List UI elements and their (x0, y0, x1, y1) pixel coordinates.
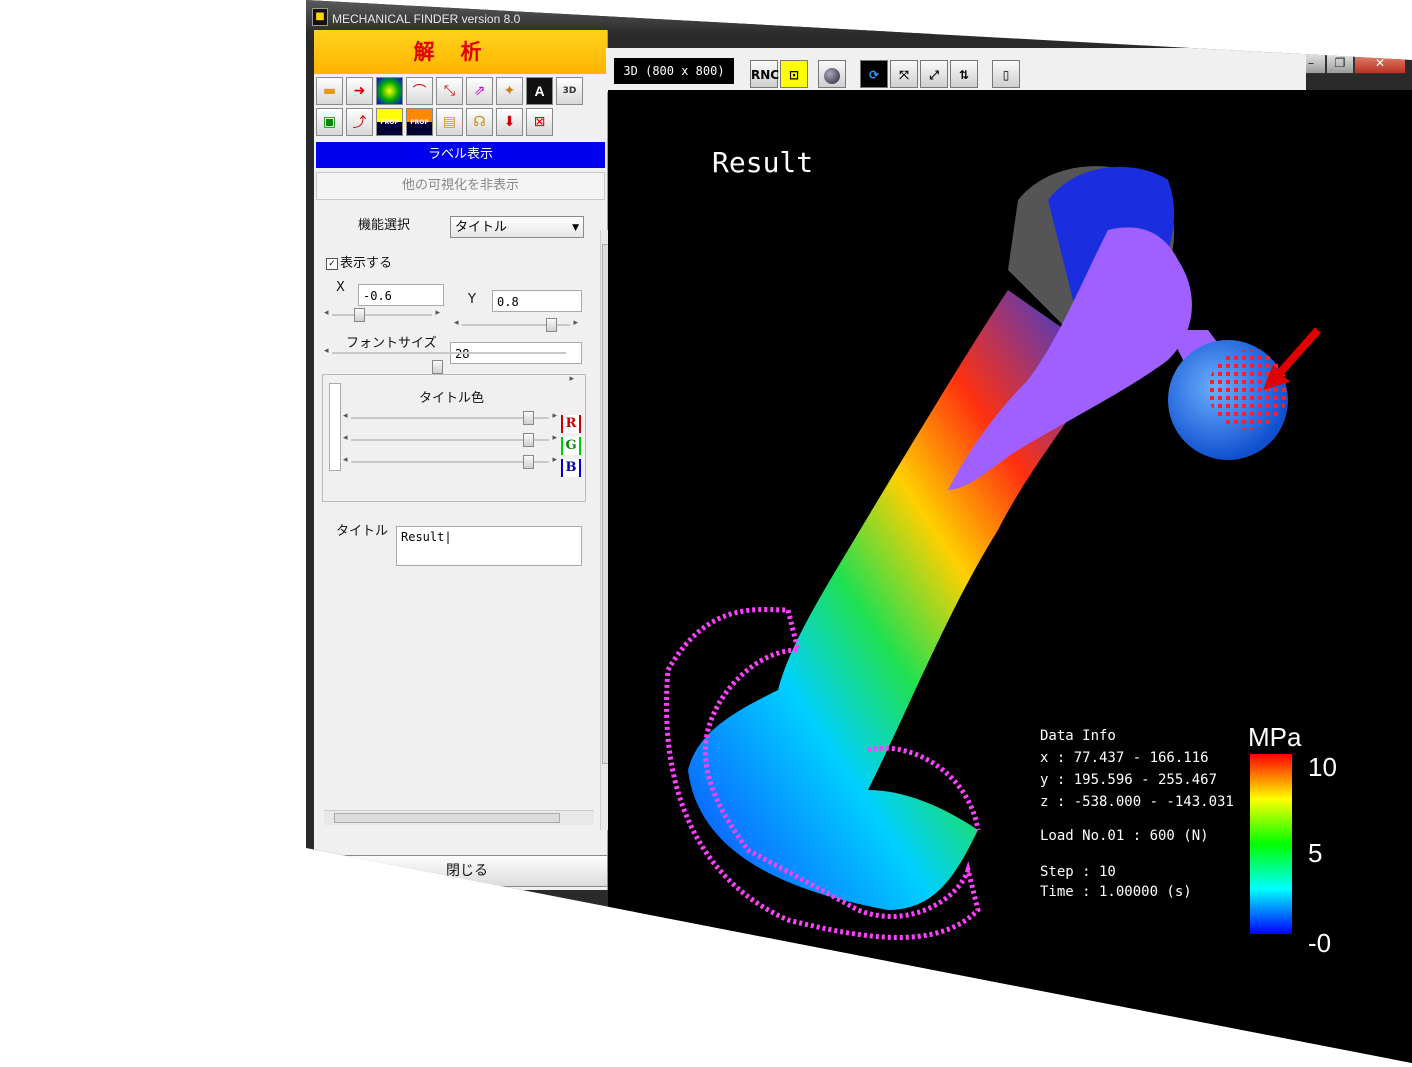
load-arrow (1275, 327, 1321, 378)
view-toolbar: 3D (800 x 800) RNC ⊡ ⟳ ⤧ ⤢ ⇅ ▯ (606, 48, 1306, 92)
g-slider[interactable]: ◂ ▸ (343, 433, 557, 447)
text-label-icon[interactable]: A (526, 77, 553, 105)
export-icon[interactable]: ▣ (316, 108, 343, 136)
b-slider-thumb[interactable] (523, 455, 534, 469)
tool-row-1: ▬ ➜ ⌒ ⤡ ⇗ ✦ A 3D (314, 74, 607, 105)
mesh-grid-icon[interactable]: ⊠ (526, 108, 553, 136)
application-window: ■ MECHANICAL FINDER version 8.0 – ❐ ✕ 解析… (306, 0, 1412, 1063)
legend-mid: 5 (1308, 838, 1322, 868)
tool-row-2: ▣ ⤴ PROP PROP ▤ ☊ ⬇ ⊠ (314, 105, 607, 136)
load-arrow-icon[interactable]: ⬇ (496, 108, 523, 136)
y-slider[interactable]: ◂ ▸ (454, 318, 578, 332)
color-preview (329, 383, 341, 471)
data-info-line: z : -538.000 - -143.031 (1040, 794, 1234, 810)
prop-burst-icon[interactable]: PROP (406, 108, 433, 136)
data-info-line: Data Info (1040, 728, 1116, 744)
3d-view-icon[interactable]: 3D (556, 77, 583, 105)
data-info-line: x : 77.437 - 166.116 (1040, 750, 1209, 766)
x-slider[interactable]: ◂ ▸ (324, 308, 440, 322)
label-display-banner: ラベル表示 (316, 142, 605, 168)
load-points (1208, 350, 1288, 430)
prop-text: PROP (380, 118, 399, 126)
x-label: X (336, 280, 345, 295)
rotate-icon[interactable]: ⟳ (860, 60, 888, 88)
font-size-slider-thumb[interactable] (432, 360, 443, 374)
legend-min: -0 (1308, 928, 1331, 958)
horizontal-scrollbar[interactable] (324, 810, 594, 825)
zoom-region-icon[interactable]: ⤧ (890, 60, 918, 88)
scale-icon[interactable]: ⤢ (920, 60, 948, 88)
show-checkbox[interactable]: ✓ (326, 257, 338, 270)
close-window-button[interactable]: ✕ (1354, 52, 1406, 74)
show-checkbox-label: 表示する (340, 256, 393, 271)
material-icon[interactable]: ▤ (436, 108, 463, 136)
viewport-title: Result (712, 146, 813, 179)
r-label: R (561, 415, 581, 433)
view-mode-label: 3D (800 x 800) (614, 58, 734, 84)
y-label: Y (468, 292, 476, 307)
title-color-box: タイトル色 ◂ ▸ ◂ ▸ ◂ ▸ R G B (322, 374, 586, 502)
panel-header: 解析 (314, 30, 607, 74)
b-slider[interactable]: ◂ ▸ (343, 455, 557, 469)
rnc-button[interactable]: RNC (750, 60, 779, 88)
snapshot-icon[interactable]: ▯ (992, 60, 1020, 88)
layout-icon[interactable]: ⇅ (950, 60, 978, 88)
r-slider-thumb[interactable] (523, 411, 534, 425)
show-checkbox-row[interactable]: ✓ 表示する (326, 252, 392, 271)
title-color-label: タイトル色 (419, 391, 485, 406)
prop-icon[interactable]: PROP (376, 108, 403, 136)
title-input-value: Result (401, 530, 445, 544)
title-bar[interactable]: ■ MECHANICAL FINDER version 8.0 (306, 0, 1412, 34)
legend-unit: MPa (1248, 722, 1302, 752)
contour-map-icon[interactable] (376, 77, 403, 105)
settings-group: 機能選択 タイトル ▼ ✓ 表示する X -0.6 Y 0.8 ◂ ▸ ◂ ▸ フォン… (318, 204, 597, 784)
function-select-value: タイトル (455, 220, 508, 235)
cross-section-icon[interactable]: ⌒ (406, 77, 433, 105)
title-input[interactable]: Result| (396, 526, 582, 566)
g-slider-thumb[interactable] (523, 433, 534, 447)
horizontal-scroll-thumb[interactable] (334, 813, 560, 823)
prop-text: PROP (410, 118, 429, 126)
sphere-icon[interactable] (818, 60, 846, 88)
3d-viewport[interactable]: Result Data Info x : 77.437 - 166.116 y … (608, 90, 1412, 1063)
y-input[interactable]: 0.8 (492, 290, 582, 312)
x-slider-thumb[interactable] (354, 308, 365, 322)
maximize-button[interactable]: ❐ (1326, 52, 1354, 74)
r-slider[interactable]: ◂ ▸ (343, 411, 557, 425)
window-title: MECHANICAL FINDER version 8.0 (332, 12, 521, 26)
import-arrow-icon[interactable]: ➜ (346, 77, 373, 105)
analysis-panel: 解析 ▬ ➜ ⌒ ⤡ ⇗ ✦ A 3D ▣ ⤴ PROP PROP ▤ ☊ ⬇ … (314, 30, 613, 890)
time-info: Time : 1.00000 (s) (1040, 884, 1192, 900)
bone-icon[interactable]: ☊ (466, 108, 493, 136)
y-slider-thumb[interactable] (546, 318, 557, 332)
legend-color-bar (1250, 754, 1292, 934)
app-icon: ■ (312, 8, 328, 26)
b-label: B (561, 459, 581, 477)
title-label: タイトル (336, 524, 389, 539)
data-info: Data Info x : 77.437 - 166.116 y : 195.5… (1040, 728, 1234, 900)
font-size-slider[interactable]: ◂ ▸ (324, 346, 574, 384)
result-canvas[interactable]: Result Data Info x : 77.437 - 166.116 y … (608, 90, 1412, 1063)
close-button[interactable]: 閉じる (326, 855, 608, 887)
hide-other-visuals-button[interactable]: 他の可視化を非表示 (316, 172, 605, 200)
vector-icon[interactable]: ⤡ (436, 77, 463, 105)
step-info: Step : 10 (1040, 864, 1116, 880)
x-input[interactable]: -0.6 (358, 284, 444, 306)
chevron-down-icon: ▼ (572, 223, 579, 233)
function-select-label: 機能選択 (358, 218, 411, 233)
principal-stress-icon[interactable]: ⇗ (466, 77, 493, 105)
path-icon[interactable]: ⤴ (346, 108, 373, 136)
g-label: G (561, 437, 581, 455)
data-info-line: y : 195.596 - 255.467 (1040, 772, 1217, 788)
folder-icon[interactable]: ▬ (316, 77, 343, 105)
legend-max: 10 (1308, 752, 1337, 782)
fit-icon[interactable]: ⊡ (780, 60, 808, 88)
magic-wand-icon[interactable]: ✦ (496, 77, 523, 105)
function-select[interactable]: タイトル ▼ (450, 216, 584, 238)
load-info: Load No.01 : 600 (N) (1040, 828, 1209, 844)
